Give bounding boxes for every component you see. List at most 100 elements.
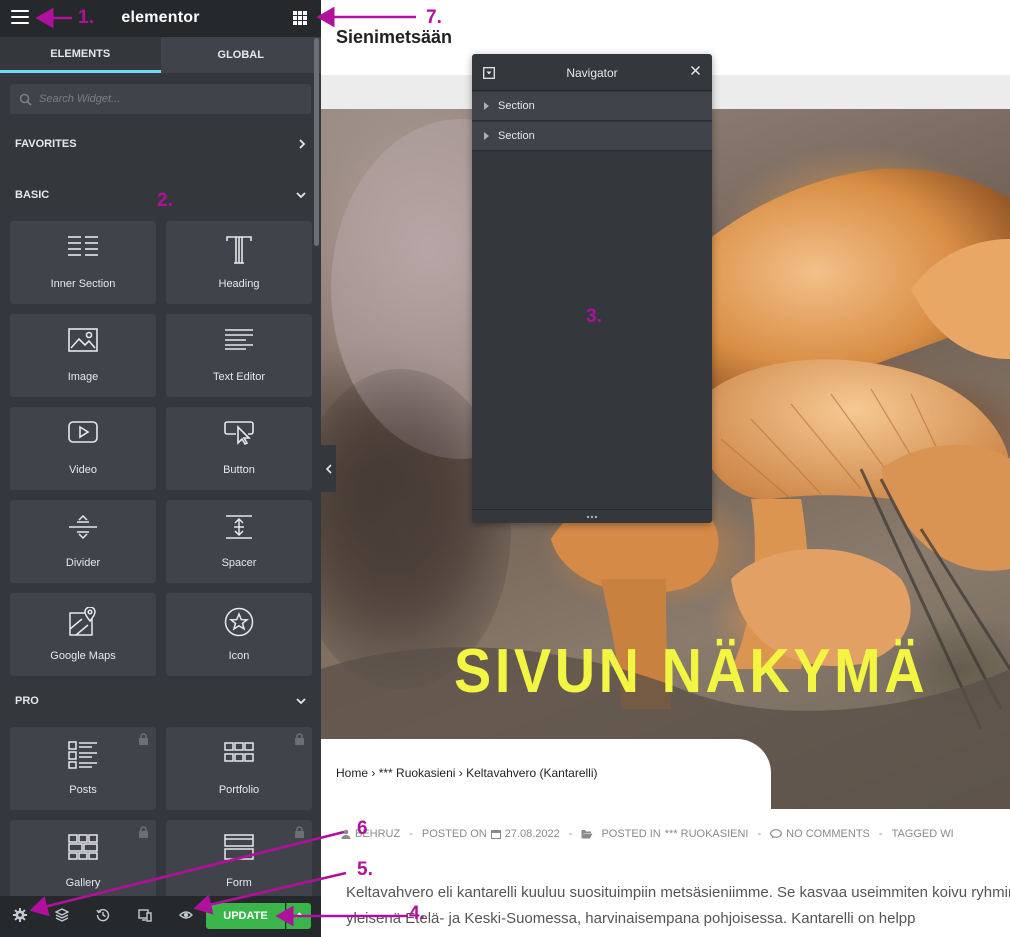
breadcrumb-separator: › [371, 766, 376, 780]
annotation-label: 6 [357, 818, 368, 839]
widget-label: Gallery [65, 877, 101, 889]
breadcrumb-separator: › [458, 766, 463, 780]
widget-divider[interactable]: Divider [10, 500, 156, 583]
widget-button[interactable]: Button [166, 407, 312, 490]
meta-separator: - [568, 828, 573, 840]
post-date: 27.08.2022 [504, 828, 560, 840]
widget-label: Heading [218, 278, 260, 290]
category-pro[interactable]: PRO [0, 686, 321, 716]
panel-header: elementor [0, 0, 321, 37]
button-icon [224, 421, 254, 445]
post-meta: BEHRUZ - POSTED ON 27.08.2022 - POSTED I… [341, 828, 954, 840]
navigator-item-label: Section [498, 130, 535, 142]
widget-label: Icon [228, 650, 250, 662]
history-icon[interactable] [96, 908, 110, 922]
navigator-resize-handle[interactable] [472, 509, 712, 523]
widget-text-editor[interactable]: Text Editor [166, 314, 312, 397]
widget-posts[interactable]: Posts [10, 727, 156, 810]
responsive-mode-icon[interactable] [138, 908, 152, 922]
annotation-label: 7. [426, 7, 442, 28]
navigator-item-section[interactable]: Section [472, 92, 712, 121]
search-widget-input[interactable] [39, 93, 279, 105]
navigator-item-section[interactable]: Section [472, 122, 712, 151]
tab-elements[interactable]: ELEMENTS [0, 37, 161, 73]
tab-global[interactable]: GLOBAL [160, 37, 321, 73]
widget-label: Portfolio [218, 784, 260, 796]
widget-spacer[interactable]: Spacer [166, 500, 312, 583]
caret-right-icon [484, 102, 489, 110]
inner-section-icon [68, 236, 98, 256]
caret-up-icon [295, 912, 304, 918]
widget-heading[interactable]: Heading [166, 221, 312, 304]
chevron-down-icon [296, 698, 306, 705]
widget-label: Posts [69, 784, 97, 796]
hero-title: SIVUN NÄKYMÄ [454, 637, 929, 706]
breadcrumb-home[interactable]: Home [336, 766, 368, 780]
widget-icon[interactable]: Icon [166, 593, 312, 676]
google-maps-icon [69, 607, 96, 636]
widget-image[interactable]: Image [10, 314, 156, 397]
preview-eye-icon[interactable] [179, 908, 193, 922]
heading-icon [226, 236, 252, 264]
widget-label: Video [69, 464, 97, 476]
widget-inner-section[interactable]: Inner Section [10, 221, 156, 304]
form-icon [224, 834, 254, 860]
category-label: BASIC [15, 189, 50, 201]
chevron-left-icon [325, 463, 332, 474]
post-paragraph: Keltavahvero eli kantarelli kuuluu suosi… [346, 884, 1010, 927]
widget-label: Button [223, 464, 255, 476]
navigator-header[interactable]: Navigator [472, 54, 712, 91]
category-label: PRO [15, 695, 39, 707]
caret-right-icon [484, 132, 489, 140]
widget-label: Image [67, 371, 99, 383]
video-icon [68, 421, 98, 443]
meta-separator: - [878, 828, 883, 840]
breadcrumb-current: Keltavahvero (Kantarelli) [466, 766, 598, 780]
widget-label: Divider [65, 557, 101, 569]
update-options-button[interactable] [286, 903, 311, 929]
category-label: FAVORITES [15, 138, 77, 150]
widget-video[interactable]: Video [10, 407, 156, 490]
widget-label: Spacer [221, 557, 257, 569]
text-editor-icon [225, 329, 253, 350]
widget-form[interactable]: Form [166, 820, 312, 903]
update-button[interactable]: UPDATE [206, 903, 285, 929]
folder-open-icon [581, 830, 593, 839]
widget-label: Inner Section [50, 278, 116, 290]
navigator-panel: Navigator Section Section [472, 54, 712, 523]
close-icon[interactable] [690, 65, 701, 76]
site-title[interactable]: Sienimetsään [336, 27, 452, 48]
widget-gallery[interactable]: Gallery [10, 820, 156, 903]
widget-google-maps[interactable]: Google Maps [10, 593, 156, 676]
panel-scrollbar[interactable] [314, 38, 319, 246]
chevron-right-icon [299, 139, 306, 149]
annotation-label: 1. [78, 7, 94, 28]
post-category[interactable]: *** RUOKASIENI [665, 828, 749, 840]
panel-tabs: ELEMENTS GLOBAL [0, 37, 321, 73]
search-icon [19, 93, 32, 106]
annotation-label: 4. [409, 903, 425, 924]
star-icon [224, 607, 254, 637]
breadcrumb: Home › *** Ruokasieni › Keltavahvero (Ka… [336, 766, 598, 780]
posts-icon [68, 741, 97, 769]
navigator-title: Navigator [566, 66, 618, 80]
widget-label: Form [226, 877, 252, 889]
breadcrumb-category[interactable]: *** Ruokasieni [379, 766, 456, 780]
ellipsis-icon [586, 515, 598, 518]
widget-label: Text Editor [213, 371, 265, 383]
image-icon [68, 328, 98, 352]
collapse-panel-button[interactable] [321, 445, 336, 492]
spacer-icon [226, 515, 252, 539]
gallery-icon [68, 834, 98, 860]
settings-gear-icon[interactable] [13, 908, 27, 922]
widgets-grid-icon[interactable] [293, 11, 307, 25]
annotation-label: 2. [157, 190, 173, 211]
search-box [10, 84, 311, 114]
navigator-layers-icon[interactable] [55, 908, 69, 922]
navigator-item-label: Section [498, 100, 535, 112]
widget-portfolio[interactable]: Portfolio [166, 727, 312, 810]
post-comments[interactable]: NO COMMENTS [786, 828, 870, 840]
category-favorites[interactable]: FAVORITES [0, 129, 321, 159]
posted-in-label: POSTED IN [601, 828, 661, 840]
comments-icon [770, 829, 783, 839]
